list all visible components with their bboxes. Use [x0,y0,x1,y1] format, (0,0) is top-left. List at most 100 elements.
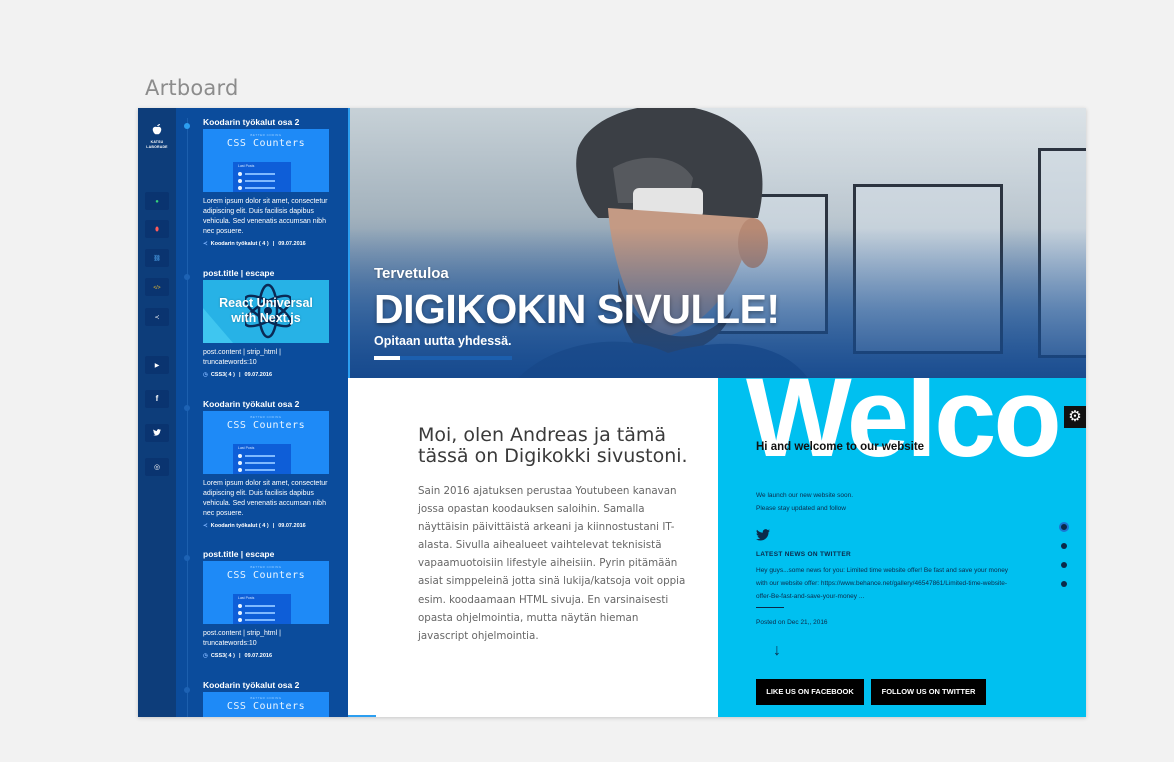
latest-news-label: LATEST NEWS ON TWITTER [756,551,851,558]
intro-underline [348,715,376,717]
artboard-label[interactable]: Artboard [145,76,238,100]
nav-code-icon[interactable]: </> [145,278,169,296]
twitter-icon[interactable] [145,424,169,442]
meta-separator: | [272,241,275,247]
timeline-dot [184,687,190,693]
welcome-panel: Welco Hi and welcome to our website ⚙ We… [718,378,1086,717]
arrow-down-icon[interactable]: ↓ [773,642,781,660]
post-category[interactable]: Koodarin työkalut ( 4 ) [211,241,269,247]
timeline-dot [184,274,190,280]
intro-heading: Moi, olen Andreas ja tämä tässä on Digik… [418,424,688,467]
welcome-launch-text: We launch our new website soon. Please s… [756,492,854,512]
twitter-icon[interactable] [756,529,770,541]
welcome-big-text: Welco [746,378,1062,480]
logo-text: KATSU LABORADE [146,140,168,149]
hero-headline: DIGIKOKIN SIVULLE! [374,286,780,332]
nav-link-icon[interactable]: ⛓ [145,249,169,267]
meta-separator: | [238,372,241,378]
thumb-preview-box: Last Posts [233,444,291,474]
slide-dots [1058,522,1070,600]
intro-body: Sain 2016 ajatuksen perustaa Youtubeen k… [418,485,686,642]
post-card[interactable]: post.title | escape BETTER CODING CSS Co… [203,549,329,659]
twitter-bird-icon [153,429,161,436]
facebook-icon[interactable]: f [145,390,169,408]
post-card[interactable]: post.title | escape React Universal with… [203,268,329,378]
hero-tagline: Opitaan uutta yhdessä. [374,334,512,348]
post-card[interactable]: Koodarin työkalut osa 2 BETTER CODING CS… [203,680,329,717]
post-card[interactable]: Koodarin työkalut osa 2 BETTER CODING CS… [203,117,329,247]
post-title[interactable]: Koodarin työkalut osa 2 [203,399,329,411]
post-list: Koodarin työkalut osa 2 BETTER CODING CS… [176,108,348,717]
post-thumbnail[interactable]: BETTER CODING CSS Counters [203,692,329,717]
youtube-icon[interactable]: ▶ [145,356,169,374]
post-excerpt: Lorem ipsum dolor sit amet, consectetur … [203,198,328,235]
post-title[interactable]: post.title | escape [203,549,329,561]
post-category[interactable]: CSS3( 4 ) [211,372,235,378]
welcome-greeting: Hi and welcome to our website [756,441,925,453]
share-icon: ≺ [203,523,208,529]
hero-progress-fill [374,356,401,360]
thumb-heading: CSS Counters [226,138,306,149]
thumb-row [238,461,278,465]
post-thumbnail[interactable]: BETTER CODING CSS Counters Last Posts [203,561,329,624]
share-icon: ≺ [203,241,208,247]
nav-share-icon[interactable]: ≺ [145,308,169,326]
thumb-heading: CSS Counters [226,570,306,581]
post-title[interactable]: Koodarin työkalut osa 2 [203,680,329,692]
post-category[interactable]: CSS3( 4 ) [211,653,235,659]
slide-dot[interactable] [1059,522,1069,532]
post-title[interactable]: Koodarin työkalut osa 2 [203,117,329,129]
post-date: 09.07.2016 [278,523,306,529]
post-title[interactable]: post.title | escape [203,268,329,280]
thumb-row [238,618,278,622]
thumb-kicker: BETTER CODING [250,565,282,569]
tag-icon: ◷ [203,653,208,659]
post-card[interactable]: Koodarin työkalut osa 2 BETTER CODING CS… [203,399,329,529]
post-meta: ◷ CSS3( 4 ) | 09.07.2016 [203,372,329,378]
timeline-line [187,118,188,717]
hero-progress-bar[interactable] [374,356,512,360]
tweet-posted-date: Posted on Dec 21,, 2016 [756,619,828,626]
hero-banner: Tervetuloa DIGIKOKIN SIVULLE! Opitaan uu… [348,108,1086,378]
thumb-kicker: BETTER CODING [250,415,282,419]
thumb-box-label: Last Posts [238,596,255,600]
gear-icon[interactable]: ⚙ [1064,406,1086,428]
post-date: 09.07.2016 [244,372,273,378]
hero-accent-edge [348,108,350,378]
artboard[interactable]: KATSU LABORADE ● ⬮ ⛓ </> ≺ ▶ f ◎ Koodari… [138,108,1086,717]
thumb-heading: CSS Counters [226,701,306,712]
timeline-dot [184,555,190,561]
slide-dot[interactable] [1061,543,1067,549]
like-facebook-button[interactable]: LIKE US ON FACEBOOK [756,679,864,705]
timeline-dot [184,405,190,411]
thumb-heading: React Universal with Next.js [219,296,313,325]
post-thumbnail[interactable]: BETTER CODING CSS Counters Last Posts [203,411,329,474]
post-category[interactable]: Koodarin työkalut ( 4 ) [211,523,269,529]
timeline-dot-active [184,123,190,129]
icon-rail: KATSU LABORADE ● ⬮ ⛓ </> ≺ ▶ f ◎ [138,108,176,717]
post-meta: ◷ CSS3( 4 ) | 09.07.2016 [203,653,329,659]
post-thumbnail[interactable]: BETTER CODING CSS Counters Last Posts [203,129,329,192]
logo-icon [152,124,162,135]
nav-shield-icon[interactable]: ⬮ [145,220,169,238]
thumb-row [238,172,278,176]
thumb-row [238,186,278,190]
slide-dot[interactable] [1061,562,1067,568]
meta-separator: | [272,523,275,529]
post-excerpt: post.content | strip_html | truncateword… [203,349,281,366]
post-thumbnail[interactable]: React Universal with Next.js [203,280,329,343]
tweet-divider [756,607,784,608]
post-date: 09.07.2016 [278,241,306,247]
follow-twitter-button[interactable]: FOLLOW US ON TWITTER [871,679,986,705]
post-excerpt: Lorem ipsum dolor sit amet, consectetur … [203,480,328,517]
tweet-text[interactable]: Hey guys...some news for you: Limited ti… [756,564,1018,603]
post-date: 09.07.2016 [244,653,273,659]
nav-circle-icon[interactable]: ● [145,192,169,210]
thumb-box-label: Last Posts [238,446,255,450]
site-logo[interactable]: KATSU LABORADE [146,124,168,149]
thumb-row [238,611,278,615]
instagram-icon[interactable]: ◎ [145,458,169,476]
thumb-row [238,454,278,458]
thumb-heading: CSS Counters [226,420,306,431]
slide-dot[interactable] [1061,581,1067,587]
